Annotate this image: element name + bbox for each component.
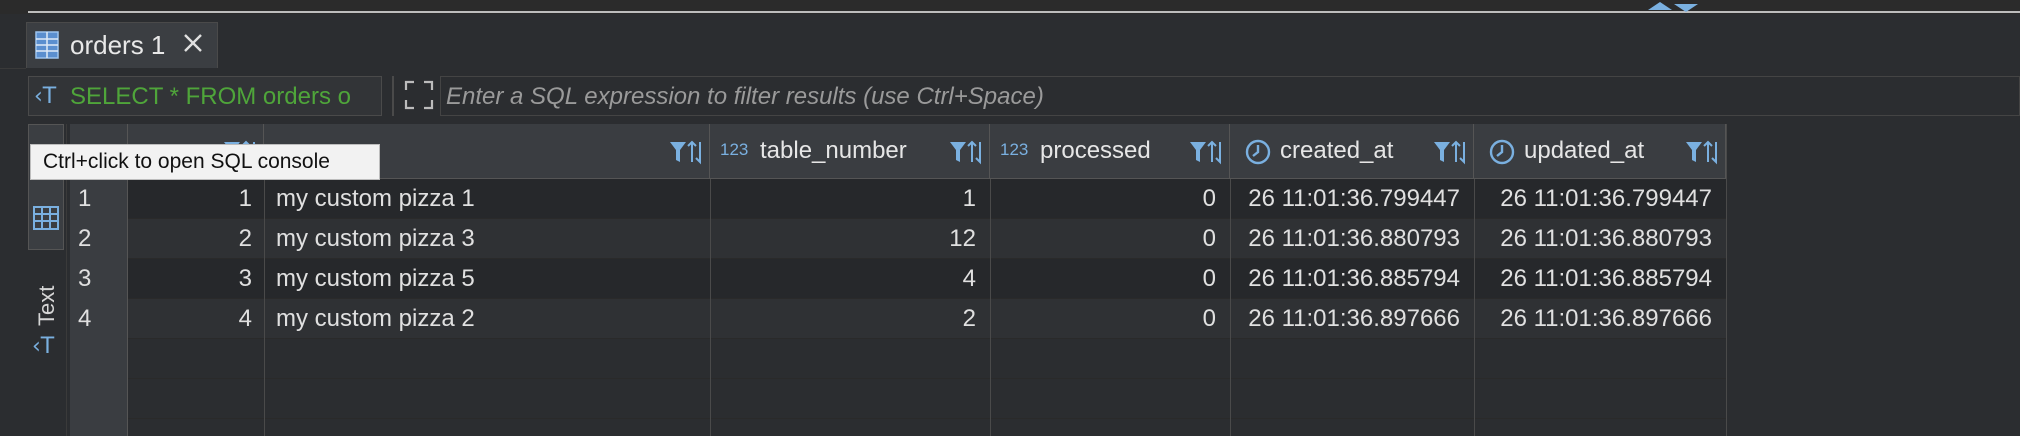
column-filter-icon[interactable] bbox=[1684, 138, 1720, 166]
cell-updated-at[interactable]: 26 11:01:36.897666 bbox=[1474, 299, 1712, 339]
clock-icon bbox=[1489, 139, 1515, 165]
column-label-processed: processed bbox=[1040, 137, 1151, 164]
column-separator bbox=[264, 179, 265, 436]
tab-title: orders 1 bbox=[70, 30, 166, 60]
cell-name[interactable]: my custom pizza 1 bbox=[276, 179, 706, 219]
collapse-arrows-icon[interactable] bbox=[1640, 0, 1700, 14]
row-number: 2 bbox=[78, 225, 92, 252]
cell-created-at[interactable]: 26 11:01:36.799447 bbox=[1230, 179, 1460, 219]
cell-updated-at[interactable]: 26 11:01:36.885794 bbox=[1474, 259, 1712, 299]
cell-id[interactable]: 1 bbox=[128, 179, 252, 219]
editor-tab-bar bbox=[0, 14, 2020, 69]
cell-created-at[interactable]: 26 11:01:36.897666 bbox=[1230, 299, 1460, 339]
column-filter-icon[interactable] bbox=[1432, 138, 1468, 166]
cell-table-number[interactable]: 1 bbox=[710, 179, 976, 219]
cell-id[interactable]: 4 bbox=[128, 299, 252, 339]
sql-query-text: SELECT * FROM orders o bbox=[70, 83, 351, 110]
column-filter-icon[interactable] bbox=[1188, 138, 1224, 166]
cell-id[interactable]: 2 bbox=[128, 219, 252, 259]
filter-separator bbox=[392, 76, 394, 116]
text-view-icon: ‹T bbox=[32, 334, 55, 359]
close-icon[interactable] bbox=[182, 32, 204, 54]
clock-icon bbox=[1245, 139, 1271, 165]
cell-processed[interactable]: 0 bbox=[990, 299, 1216, 339]
row-number: 1 bbox=[78, 185, 92, 212]
row-number-cell bbox=[70, 339, 128, 436]
top-divider bbox=[28, 11, 2020, 13]
sql-console-tooltip: Ctrl+click to open SQL console bbox=[30, 144, 380, 180]
cell-created-at[interactable]: 26 11:01:36.880793 bbox=[1230, 219, 1460, 259]
row-number: 3 bbox=[78, 265, 92, 292]
cell-id[interactable]: 3 bbox=[128, 259, 252, 299]
column-filter-icon[interactable] bbox=[668, 138, 704, 166]
cell-table-number[interactable]: 2 bbox=[710, 299, 976, 339]
text-view-button[interactable]: Text bbox=[34, 286, 60, 326]
cell-created-at[interactable]: 26 11:01:36.885794 bbox=[1230, 259, 1460, 299]
number-type-icon: 123 bbox=[1000, 140, 1029, 159]
cell-updated-at[interactable]: 26 11:01:36.880793 bbox=[1474, 219, 1712, 259]
cell-table-number[interactable]: 4 bbox=[710, 259, 976, 299]
cell-updated-at[interactable]: 26 11:01:36.799447 bbox=[1474, 179, 1712, 219]
column-label-table-number: table_number bbox=[760, 137, 907, 164]
number-type-icon: 123 bbox=[720, 140, 749, 159]
row-number: 4 bbox=[78, 305, 92, 332]
empty-row bbox=[70, 379, 1726, 419]
cell-name[interactable]: my custom pizza 5 bbox=[276, 259, 706, 299]
cell-processed[interactable]: 0 bbox=[990, 179, 1216, 219]
cell-name[interactable]: my custom pizza 3 bbox=[276, 219, 706, 259]
cell-name[interactable]: my custom pizza 2 bbox=[276, 299, 706, 339]
column-filter-icon[interactable] bbox=[948, 138, 984, 166]
column-label-created-at: created_at bbox=[1280, 137, 1394, 164]
table-icon bbox=[35, 31, 59, 59]
cell-table-number[interactable]: 12 bbox=[710, 219, 976, 259]
grid-icon bbox=[33, 206, 59, 230]
cell-processed[interactable]: 0 bbox=[990, 259, 1216, 299]
column-label-updated-at: updated_at bbox=[1524, 137, 1645, 164]
filter-placeholder: Enter a SQL expression to filter results… bbox=[446, 83, 1044, 110]
empty-row bbox=[70, 339, 1726, 379]
cell-processed[interactable]: 0 bbox=[990, 219, 1216, 259]
column-separator bbox=[1726, 124, 1727, 436]
expand-icon[interactable] bbox=[402, 78, 436, 112]
sql-text-icon: ‹T bbox=[34, 84, 57, 109]
